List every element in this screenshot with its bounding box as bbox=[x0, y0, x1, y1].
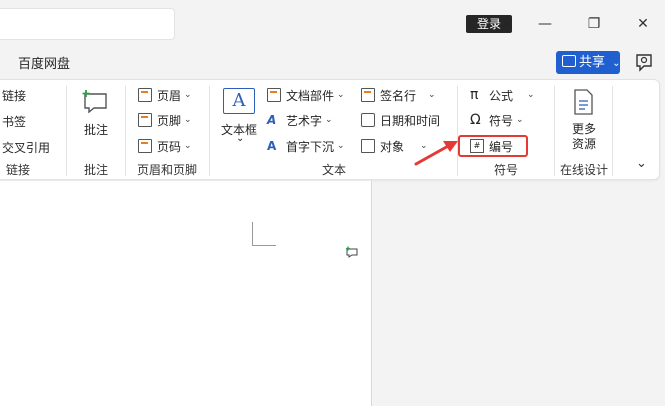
group-separator bbox=[66, 86, 67, 176]
date-time-label: 日期和时间 bbox=[380, 113, 441, 128]
chevron-down-icon: ⌄ bbox=[325, 115, 333, 125]
chevron-down-icon: ⌄ bbox=[184, 141, 192, 151]
quick-parts-icon bbox=[267, 88, 281, 102]
date-time-button[interactable]: 日期和时间 bbox=[361, 109, 440, 131]
header-button[interactable]: 页眉 ⌄ bbox=[138, 84, 192, 106]
group-label-text: 文本 bbox=[322, 163, 347, 177]
object-icon bbox=[361, 139, 375, 153]
bookmark-button[interactable]: 书签 bbox=[2, 113, 26, 130]
document-page[interactable] bbox=[0, 181, 372, 406]
object-label: 对象 bbox=[380, 139, 405, 154]
pi-icon: π bbox=[470, 87, 479, 103]
more-resources-icon[interactable] bbox=[570, 88, 596, 116]
new-comment-button[interactable]: 批注 bbox=[84, 121, 108, 138]
equation-label: 公式 bbox=[489, 88, 514, 103]
signature-line-icon bbox=[361, 88, 375, 102]
chevron-down-icon: ⌄ bbox=[337, 141, 345, 151]
group-separator bbox=[554, 86, 555, 176]
drop-cap-button[interactable]: A 首字下沉 ⌄ bbox=[267, 135, 345, 157]
chevron-down-icon: ⌄ bbox=[184, 90, 192, 100]
group-label-online-design: 在线设计 bbox=[560, 163, 609, 177]
page-number-label: 页码 bbox=[157, 139, 182, 154]
minimize-button[interactable]: — bbox=[530, 11, 560, 37]
pointer-arrow-icon bbox=[414, 141, 458, 166]
header-icon bbox=[138, 88, 152, 102]
drop-cap-label: 首字下沉 bbox=[286, 139, 335, 154]
tab-baidu-netdisk[interactable]: 百度网盘 bbox=[18, 53, 70, 72]
equation-button[interactable]: π 公式 ⌄ bbox=[470, 84, 535, 106]
margin-corner-mark bbox=[252, 222, 276, 246]
chevron-down-icon: ⌄ bbox=[337, 90, 345, 100]
chevron-down-icon[interactable]: ⌄ bbox=[236, 133, 244, 144]
chevron-down-icon: ⌄ bbox=[612, 58, 621, 69]
group-separator bbox=[125, 86, 126, 176]
share-icon bbox=[562, 55, 576, 67]
quick-parts-button[interactable]: 文档部件 ⌄ bbox=[267, 84, 345, 106]
chevron-down-icon: ⌄ bbox=[527, 90, 535, 100]
omega-icon: Ω bbox=[470, 112, 481, 128]
group-label-links: 链接 bbox=[6, 163, 31, 177]
wordart-icon: A bbox=[267, 113, 277, 127]
footer-label: 页脚 bbox=[157, 113, 182, 128]
wordart-label: 艺术字 bbox=[286, 113, 323, 128]
collapse-ribbon-button[interactable]: ⌄ bbox=[636, 156, 647, 171]
chevron-down-icon: ⌄ bbox=[184, 115, 192, 125]
symbol-button[interactable]: Ω 符号 ⌄ bbox=[470, 109, 524, 131]
group-label-header-footer: 页眉和页脚 bbox=[137, 163, 198, 177]
textbox-icon[interactable]: A bbox=[223, 88, 255, 114]
restore-button[interactable]: ❐ bbox=[579, 11, 609, 37]
chevron-down-icon: ⌄ bbox=[428, 90, 436, 100]
calendar-icon bbox=[361, 113, 375, 127]
comments-pane-icon[interactable] bbox=[633, 52, 655, 74]
wordart-button[interactable]: A 艺术字 ⌄ bbox=[267, 109, 333, 131]
close-button[interactable]: ✕ bbox=[628, 11, 658, 37]
header-label: 页眉 bbox=[157, 88, 182, 103]
group-separator bbox=[612, 86, 613, 176]
cross-reference-button[interactable]: 交叉引用 bbox=[2, 139, 50, 156]
comment-marker-icon[interactable] bbox=[345, 246, 359, 258]
more-resources-line2[interactable]: 资源 bbox=[572, 135, 596, 152]
group-label-symbols: 符号 bbox=[494, 163, 519, 177]
signature-line-button[interactable]: 签名行 ⌄ bbox=[361, 84, 436, 106]
new-comment-icon[interactable] bbox=[82, 88, 110, 114]
search-box[interactable] bbox=[0, 8, 175, 40]
footer-icon bbox=[138, 113, 152, 127]
symbol-label: 符号 bbox=[489, 113, 514, 128]
share-label: 共享 bbox=[579, 55, 606, 70]
highlight-box bbox=[458, 135, 528, 157]
page-number-button[interactable]: 页码 ⌄ bbox=[138, 135, 192, 157]
share-button[interactable]: 共享 ⌄ bbox=[556, 51, 621, 74]
chevron-down-icon: ⌄ bbox=[516, 115, 524, 125]
link-button[interactable]: 链接 bbox=[2, 87, 26, 104]
drop-cap-icon: A bbox=[267, 139, 277, 153]
signature-line-label: 签名行 bbox=[380, 88, 417, 103]
group-label-comments: 批注 bbox=[84, 163, 109, 177]
group-separator bbox=[209, 86, 210, 176]
quick-parts-label: 文档部件 bbox=[286, 88, 335, 103]
page-number-icon bbox=[138, 139, 152, 153]
footer-button[interactable]: 页脚 ⌄ bbox=[138, 109, 192, 131]
login-button[interactable]: 登录 bbox=[466, 15, 512, 33]
